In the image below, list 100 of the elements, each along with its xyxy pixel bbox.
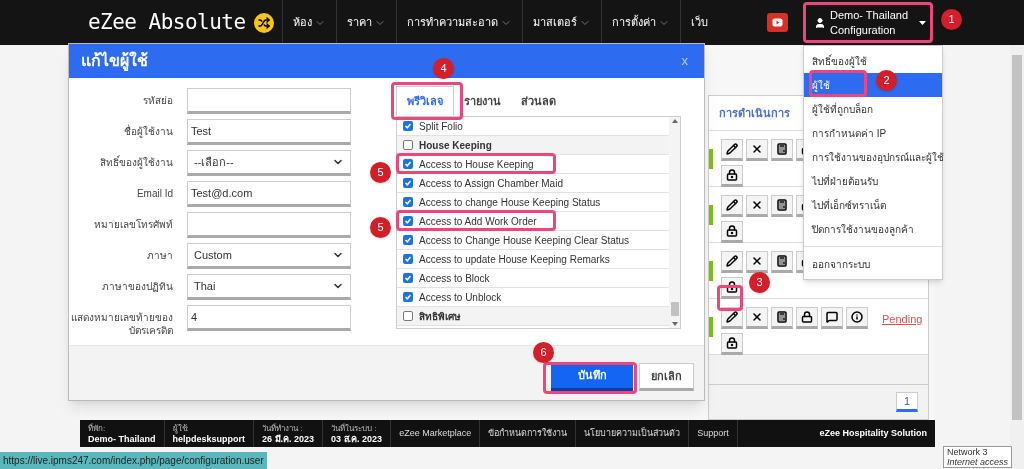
column-header: การดำเนินการ [719, 105, 790, 121]
field-label: ภาษาของปฏิทิน [101, 280, 174, 293]
select-field[interactable]: Custom [187, 243, 351, 269]
delete-button[interactable] [746, 307, 768, 329]
tab[interactable]: รายงาน [454, 86, 511, 116]
checkbox[interactable] [403, 216, 413, 226]
dropdown-menu-item[interactable]: ออกจากระบบ [804, 252, 942, 276]
keyhole-lock-icon [726, 225, 738, 237]
dialog-title: แก้ไขผู้ใช้ [81, 50, 148, 73]
text-field[interactable] [187, 212, 351, 238]
footer-link[interactable]: Support [689, 420, 738, 447]
edit-button[interactable] [721, 195, 743, 217]
privilege-label: Split Folio [419, 120, 463, 132]
dropdown-menu-item[interactable]: ไปที่เอ็กซ์ทราเน็ต [804, 193, 942, 217]
privilege-label: Access to House Keeping [419, 158, 534, 170]
scroll-up-icon[interactable] [671, 119, 678, 123]
select-field[interactable]: Thai [187, 274, 351, 300]
highlight-frame [717, 285, 743, 311]
calculator-button[interactable] [771, 139, 793, 161]
checkbox[interactable] [403, 235, 413, 245]
lock-user-button[interactable] [721, 221, 743, 243]
scroll-down-icon[interactable] [671, 322, 678, 326]
keyhole-lock-icon [726, 337, 738, 349]
check-icon [404, 255, 412, 263]
pencil-icon [726, 255, 738, 267]
user-menu-button[interactable]: Demo- Thailand Configuration [806, 4, 934, 41]
dropdown-menu-item[interactable]: สิทธิ์ของผู้ใช้ [804, 49, 942, 73]
dropdown-menu-item[interactable]: การกำหนดค่า IP [804, 121, 942, 145]
comment-button[interactable] [821, 307, 843, 329]
highlight-frame [809, 70, 867, 97]
highlight-frame [391, 82, 463, 120]
footer-label: ที่พัก: [88, 422, 107, 434]
footer-link[interactable]: นโยบายความเป็นส่วนตัว [576, 420, 690, 447]
checkbox[interactable] [403, 273, 413, 283]
lock-button[interactable] [796, 307, 818, 329]
checkbox[interactable] [403, 140, 413, 150]
pencil-icon [726, 143, 738, 155]
speech-bubble-icon [826, 311, 838, 323]
edit-button[interactable] [721, 139, 743, 161]
keyhole-lock-icon [726, 169, 738, 181]
dropdown-menu-item[interactable]: การใช้งานของอุปกรณ์และผู้ใช้ [804, 145, 942, 169]
checkbox[interactable] [403, 292, 413, 302]
tooltip-subtitle: Internet access [946, 457, 1008, 467]
footer-brand: eZee Hospitality Solution [819, 426, 928, 440]
field-label: แสดงหมายเลขท้ายของบัตรเครดิต [70, 311, 174, 337]
save-button[interactable]: บันทึก [551, 363, 633, 391]
edit-button[interactable] [721, 251, 743, 273]
status-link[interactable]: Pending [882, 311, 923, 328]
privilege-label: Access to update House Keeping Remarks [419, 253, 610, 265]
checkbox[interactable] [403, 197, 413, 207]
privilege-label: Access to Add Work Order [419, 215, 537, 227]
close-icon [751, 143, 763, 155]
info-icon [851, 311, 863, 323]
text-field[interactable]: Test@d.com [187, 181, 351, 207]
status-url: https://live.ipms247.com/index.php/page/configuration.user [0, 452, 267, 469]
calculator-icon [776, 143, 788, 155]
tab[interactable]: ส่วนลด [511, 86, 566, 116]
delete-button[interactable] [746, 139, 768, 161]
field-label: Email Id [135, 187, 174, 200]
close-icon [751, 199, 763, 211]
checkbox[interactable] [403, 121, 413, 131]
text-field[interactable]: 4 [187, 305, 351, 331]
video-play-icon[interactable] [767, 13, 788, 32]
pencil-icon [726, 311, 738, 323]
checkbox[interactable] [403, 178, 413, 188]
lock-user-button[interactable] [721, 165, 743, 187]
scroll-thumb[interactable] [670, 302, 679, 316]
calculator-button[interactable] [771, 195, 793, 217]
field-label: รหัสย่อ [142, 94, 174, 107]
close-icon [751, 255, 763, 267]
field-label: ชื่อผู้ใช้งาน [123, 123, 174, 138]
footer-value: 03 ส.ค. 2023 [331, 433, 383, 445]
checkbox[interactable] [403, 159, 413, 169]
edit-button[interactable] [721, 307, 743, 329]
tab[interactable]: พรีวิเลจ [396, 86, 454, 116]
cancel-button[interactable]: ยกเลิก [639, 363, 694, 391]
calculator-button[interactable] [771, 251, 793, 273]
select-field[interactable]: --เลือก-- [187, 150, 351, 176]
footer-link[interactable]: ข้อกำหนดการใช้งาน [480, 420, 577, 447]
text-field[interactable]: Test [187, 119, 351, 145]
dropdown-menu-item[interactable]: ไปที่ฝ่ายต้อนรับ [804, 169, 942, 193]
calculator-button[interactable] [771, 307, 793, 329]
delete-button[interactable] [746, 195, 768, 217]
text-field[interactable] [187, 88, 351, 114]
tooltip-title: Network 3 [946, 447, 989, 457]
check-icon [404, 274, 412, 282]
dropdown-menu-item[interactable]: ปิดการใช้งานของลูกค้า [804, 217, 942, 241]
footer-label: ผู้ใช้: [172, 422, 189, 434]
footer-link[interactable]: eZee Marketplace [391, 420, 481, 447]
checkbox[interactable] [403, 311, 413, 321]
privilege-group-label: สิทธิพิเศษ [419, 310, 461, 322]
field-label: ภาษา [146, 249, 174, 262]
footer-label: วันที่ทำงาน : [262, 422, 304, 434]
checkbox[interactable] [403, 254, 413, 264]
dropdown-menu-item[interactable]: ผู้ใช้ที่ถูกบล็อก [804, 97, 942, 121]
delete-button[interactable] [746, 251, 768, 273]
pagination-page[interactable]: 1 [896, 392, 918, 412]
privilege-label: Access to change House Keeping Status [419, 196, 601, 208]
info-button[interactable] [846, 307, 868, 329]
lock-user-button[interactable] [721, 333, 743, 355]
